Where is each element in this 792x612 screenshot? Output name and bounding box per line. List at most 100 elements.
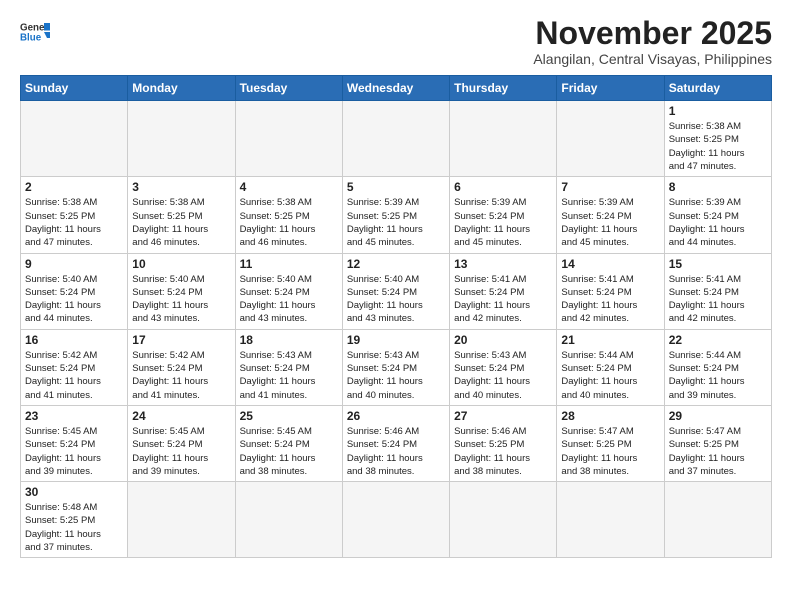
day-number: 23: [25, 409, 123, 423]
day-number: 22: [669, 333, 767, 347]
day-number: 8: [669, 180, 767, 194]
table-row: 26Sunrise: 5:46 AM Sunset: 5:24 PM Dayli…: [342, 405, 449, 481]
table-row: 6 Sunrise: 5:39 AM Sunset: 5:24 PM Daylig…: [450, 177, 557, 253]
table-row: [557, 101, 664, 177]
table-row: 1 Sunrise: 5:38 AM Sunset: 5:25 PM Daylig…: [664, 101, 771, 177]
table-row: [450, 482, 557, 558]
day-info: Sunrise: 5:41 AM Sunset: 5:24 PM Dayligh…: [454, 273, 552, 326]
table-row: 12Sunrise: 5:40 AM Sunset: 5:24 PM Dayli…: [342, 253, 449, 329]
table-row: 4Sunrise: 5:38 AM Sunset: 5:25 PM Daylig…: [235, 177, 342, 253]
page-header: General Blue November 2025 Alangilan, Ce…: [20, 16, 772, 67]
table-row: 28 Sunrise: 5:47 AM Sunset: 5:25 PM Dayli…: [557, 405, 664, 481]
day-number: 11: [240, 257, 338, 271]
header-tuesday: Tuesday: [235, 76, 342, 101]
day-number: 17: [132, 333, 230, 347]
table-row: 22Sunrise: 5:44 AM Sunset: 5:24 PM Dayli…: [664, 329, 771, 405]
day-number: 3: [132, 180, 230, 194]
table-row: 25 Sunrise: 5:45 AM Sunset: 5:24 PM Dayli…: [235, 405, 342, 481]
day-number: 5: [347, 180, 445, 194]
day-number: 29: [669, 409, 767, 423]
day-number: 2: [25, 180, 123, 194]
day-info: Sunrise: 5:43 AM Sunset: 5:24 PM Dayligh…: [454, 349, 552, 402]
day-info: Sunrise: 5:43 AM Sunset: 5:24 PM Dayligh…: [347, 349, 445, 402]
header-saturday: Saturday: [664, 76, 771, 101]
table-row: 15Sunrise: 5:41 AM Sunset: 5:24 PM Dayli…: [664, 253, 771, 329]
day-info: Sunrise: 5:45 AM Sunset: 5:24 PM Dayligh…: [25, 425, 123, 478]
day-info: Sunrise: 5:41 AM Sunset: 5:24 PM Dayligh…: [561, 273, 659, 326]
table-row: 23 Sunrise: 5:45 AM Sunset: 5:24 PM Dayli…: [21, 405, 128, 481]
day-info: Sunrise: 5:40 AM Sunset: 5:24 PM Dayligh…: [25, 273, 123, 326]
day-number: 27: [454, 409, 552, 423]
day-number: 1: [669, 104, 767, 118]
day-number: 10: [132, 257, 230, 271]
table-row: 30 Sunrise: 5:48 AM Sunset: 5:25 PM Dayli…: [21, 482, 128, 558]
logo: General Blue: [20, 20, 50, 44]
table-row: 11Sunrise: 5:40 AM Sunset: 5:24 PM Dayli…: [235, 253, 342, 329]
header-sunday: Sunday: [21, 76, 128, 101]
day-info: Sunrise: 5:45 AM Sunset: 5:24 PM Dayligh…: [240, 425, 338, 478]
day-number: 16: [25, 333, 123, 347]
day-info: Sunrise: 5:38 AM Sunset: 5:25 PM Dayligh…: [132, 196, 230, 249]
day-number: 18: [240, 333, 338, 347]
day-info: Sunrise: 5:47 AM Sunset: 5:25 PM Dayligh…: [561, 425, 659, 478]
day-number: 24: [132, 409, 230, 423]
table-row: 19Sunrise: 5:43 AM Sunset: 5:24 PM Dayli…: [342, 329, 449, 405]
location-title: Alangilan, Central Visayas, Philippines: [533, 51, 772, 67]
day-number: 28: [561, 409, 659, 423]
calendar-row: 1 Sunrise: 5:38 AM Sunset: 5:25 PM Daylig…: [21, 101, 772, 177]
weekday-header-row: Sunday Monday Tuesday Wednesday Thursday…: [21, 76, 772, 101]
table-row: 13Sunrise: 5:41 AM Sunset: 5:24 PM Dayli…: [450, 253, 557, 329]
day-info: Sunrise: 5:38 AM Sunset: 5:25 PM Dayligh…: [669, 120, 767, 173]
table-row: 14Sunrise: 5:41 AM Sunset: 5:24 PM Dayli…: [557, 253, 664, 329]
day-info: Sunrise: 5:39 AM Sunset: 5:24 PM Dayligh…: [454, 196, 552, 249]
header-monday: Monday: [128, 76, 235, 101]
table-row: [557, 482, 664, 558]
day-number: 26: [347, 409, 445, 423]
header-thursday: Thursday: [450, 76, 557, 101]
calendar-table: Sunday Monday Tuesday Wednesday Thursday…: [20, 75, 772, 558]
day-info: Sunrise: 5:47 AM Sunset: 5:25 PM Dayligh…: [669, 425, 767, 478]
table-row: 17Sunrise: 5:42 AM Sunset: 5:24 PM Dayli…: [128, 329, 235, 405]
table-row: 7Sunrise: 5:39 AM Sunset: 5:24 PM Daylig…: [557, 177, 664, 253]
table-row: [235, 101, 342, 177]
table-row: 8 Sunrise: 5:39 AM Sunset: 5:24 PM Daylig…: [664, 177, 771, 253]
table-row: 21Sunrise: 5:44 AM Sunset: 5:24 PM Dayli…: [557, 329, 664, 405]
day-info: Sunrise: 5:45 AM Sunset: 5:24 PM Dayligh…: [132, 425, 230, 478]
table-row: 2Sunrise: 5:38 AM Sunset: 5:25 PM Daylig…: [21, 177, 128, 253]
table-row: [128, 482, 235, 558]
month-title: November 2025: [533, 16, 772, 51]
table-row: 27 Sunrise: 5:46 AM Sunset: 5:25 PM Dayli…: [450, 405, 557, 481]
day-info: Sunrise: 5:38 AM Sunset: 5:25 PM Dayligh…: [240, 196, 338, 249]
day-info: Sunrise: 5:44 AM Sunset: 5:24 PM Dayligh…: [561, 349, 659, 402]
day-number: 25: [240, 409, 338, 423]
header-friday: Friday: [557, 76, 664, 101]
title-section: November 2025 Alangilan, Central Visayas…: [533, 16, 772, 67]
day-info: Sunrise: 5:40 AM Sunset: 5:24 PM Dayligh…: [132, 273, 230, 326]
day-info: Sunrise: 5:48 AM Sunset: 5:25 PM Dayligh…: [25, 501, 123, 554]
table-row: 3 Sunrise: 5:38 AM Sunset: 5:25 PM Daylig…: [128, 177, 235, 253]
day-info: Sunrise: 5:40 AM Sunset: 5:24 PM Dayligh…: [347, 273, 445, 326]
table-row: [450, 101, 557, 177]
calendar-row: 23 Sunrise: 5:45 AM Sunset: 5:24 PM Dayli…: [21, 405, 772, 481]
calendar-row: 2 Sunrise: 5:38 AM Sunset: 5:25 PM Daylig…: [21, 177, 772, 253]
day-number: 30: [25, 485, 123, 499]
day-info: Sunrise: 5:39 AM Sunset: 5:25 PM Dayligh…: [347, 196, 445, 249]
table-row: 18 Sunrise: 5:43 AM Sunset: 5:24 PM Dayli…: [235, 329, 342, 405]
day-info: Sunrise: 5:43 AM Sunset: 5:24 PM Dayligh…: [240, 349, 338, 402]
day-info: Sunrise: 5:39 AM Sunset: 5:24 PM Dayligh…: [561, 196, 659, 249]
table-row: [21, 101, 128, 177]
table-row: [342, 482, 449, 558]
table-row: [235, 482, 342, 558]
table-row: 9Sunrise: 5:40 AM Sunset: 5:24 PM Daylig…: [21, 253, 128, 329]
logo-icon: General Blue: [20, 20, 50, 44]
calendar-row: 9Sunrise: 5:40 AM Sunset: 5:24 PM Daylig…: [21, 253, 772, 329]
svg-text:Blue: Blue: [20, 32, 42, 43]
table-row: 20 Sunrise: 5:43 AM Sunset: 5:24 PM Dayli…: [450, 329, 557, 405]
day-info: Sunrise: 5:39 AM Sunset: 5:24 PM Dayligh…: [669, 196, 767, 249]
day-number: 6: [454, 180, 552, 194]
table-row: [342, 101, 449, 177]
table-row: [128, 101, 235, 177]
day-number: 20: [454, 333, 552, 347]
day-info: Sunrise: 5:46 AM Sunset: 5:25 PM Dayligh…: [454, 425, 552, 478]
header-wednesday: Wednesday: [342, 76, 449, 101]
